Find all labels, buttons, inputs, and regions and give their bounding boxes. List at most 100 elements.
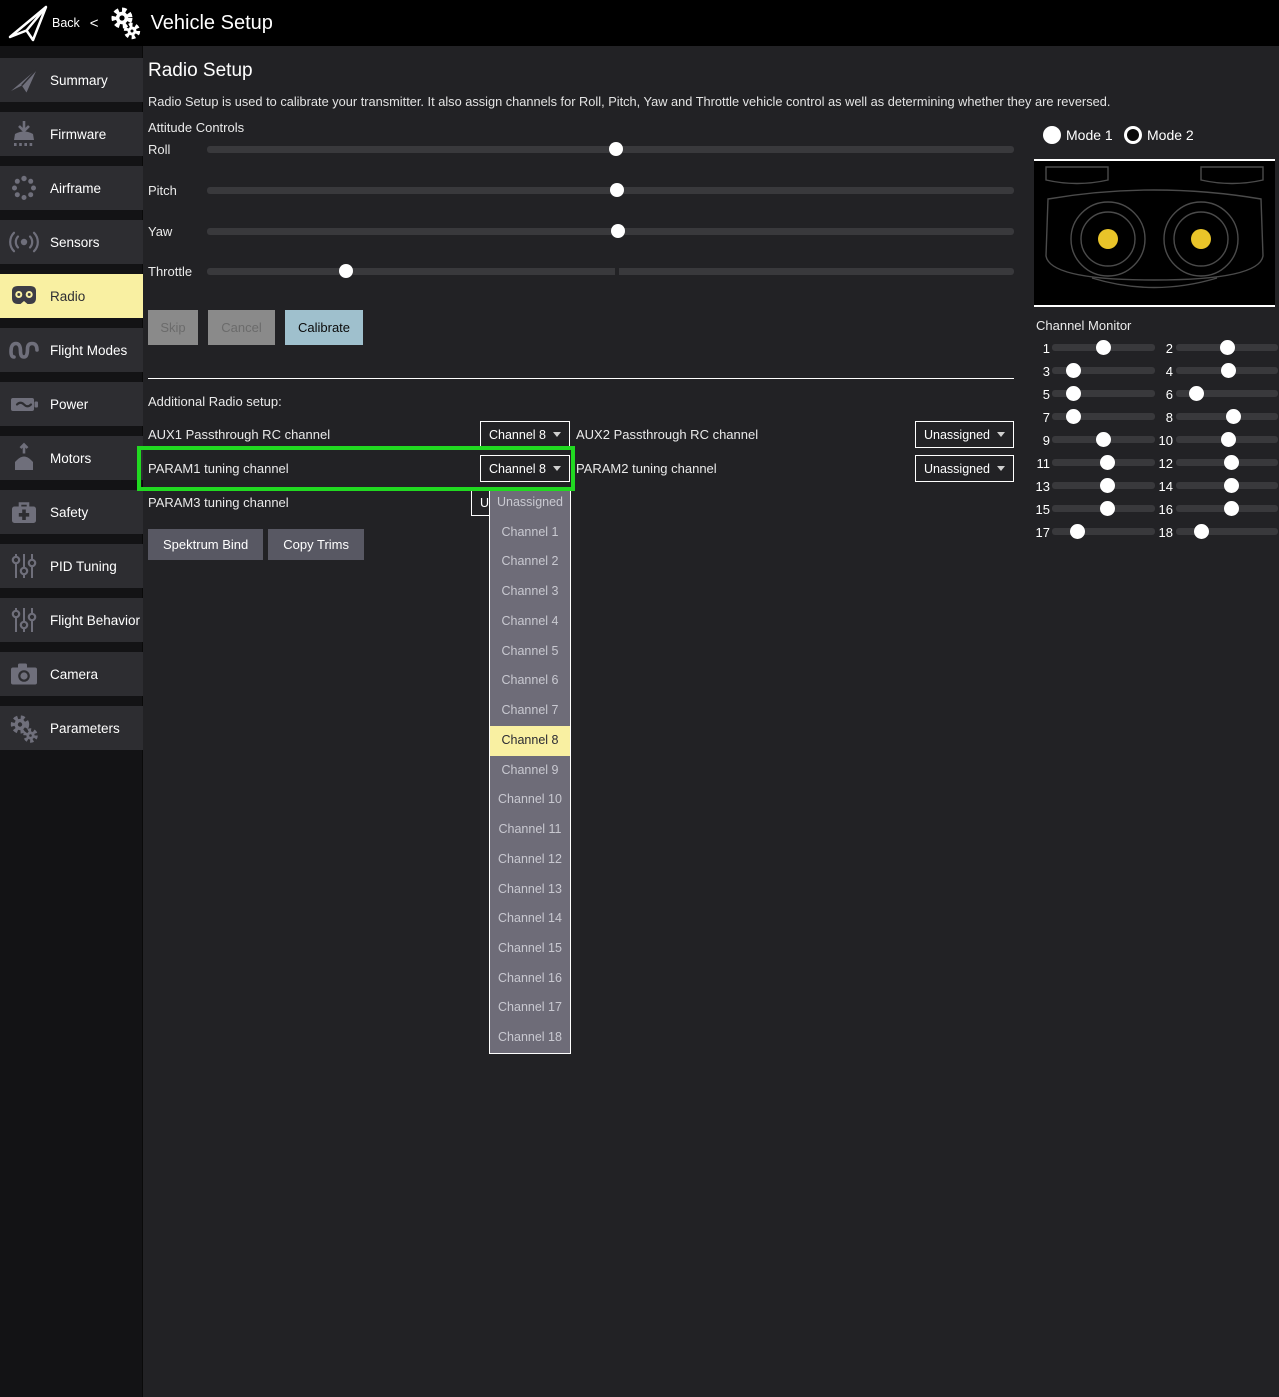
channel-monitor-dot xyxy=(1224,478,1239,493)
sidebar-item-safety[interactable]: Safety xyxy=(0,490,143,534)
mode-radio-mode-2[interactable] xyxy=(1124,126,1142,144)
sidebar-item-label: Flight Modes xyxy=(50,343,127,358)
page-title: Vehicle Setup xyxy=(151,12,273,35)
channel-number: 1 xyxy=(1032,341,1050,356)
channel-monitor-track xyxy=(1052,505,1155,512)
sensors-icon xyxy=(8,226,40,258)
channel-monitor-dot xyxy=(1066,386,1081,401)
dropdown-option-channel-6[interactable]: Channel 6 xyxy=(490,666,570,696)
sidebar-item-label: Power xyxy=(50,397,88,412)
additional-radio-setup-heading: Additional Radio setup: xyxy=(148,394,282,409)
mode-label-mode-2: Mode 2 xyxy=(1147,127,1194,143)
vehicle-setup-window: Back < Vehicle Setup SummaryFirmwareAirf… xyxy=(0,0,1279,1397)
sidebar-item-flight-modes[interactable]: Flight Modes xyxy=(0,328,143,372)
sidebar-item-flight-behavior[interactable]: Flight Behavior xyxy=(0,598,143,642)
channel-monitor-track xyxy=(1052,344,1155,351)
channel-monitor-track xyxy=(1052,390,1155,397)
channel-monitor-dot xyxy=(1100,455,1115,470)
dropdown-param2-tuning-channel[interactable]: Unassigned xyxy=(915,455,1014,482)
sidebar-item-camera[interactable]: Camera xyxy=(0,652,143,696)
channel-monitor-track xyxy=(1176,344,1278,351)
dropdown-option-channel-18[interactable]: Channel 18 xyxy=(490,1023,570,1053)
spektrum-bind-button[interactable]: Spektrum Bind xyxy=(148,529,263,560)
channel-monitor-heading: Channel Monitor xyxy=(1036,318,1131,333)
channel-monitor-dot xyxy=(1194,524,1209,539)
camera-icon xyxy=(8,658,40,690)
channel-number: 2 xyxy=(1155,341,1173,356)
sidebar-item-parameters[interactable]: Parameters xyxy=(0,706,143,750)
sidebar-item-summary[interactable]: Summary xyxy=(0,58,143,102)
tuning-sliders-icon xyxy=(8,550,40,582)
right-stick-dot xyxy=(1191,229,1211,249)
tuning-sliders-icon xyxy=(8,604,40,636)
app-logo-plane-icon[interactable] xyxy=(6,1,50,45)
sidebar-item-radio[interactable]: Radio xyxy=(0,274,143,318)
attitude-slider-roll: Roll xyxy=(148,140,1018,160)
channel-monitor-dot xyxy=(1224,501,1239,516)
dropdown-option-channel-16[interactable]: Channel 16 xyxy=(490,964,570,994)
sidebar-item-sensors[interactable]: Sensors xyxy=(0,220,143,264)
dropdown-option-channel-3[interactable]: Channel 3 xyxy=(490,577,570,607)
dropdown-option-channel-12[interactable]: Channel 12 xyxy=(490,845,570,875)
dropdown-option-channel-1[interactable]: Channel 1 xyxy=(490,518,570,548)
dropdown-aux1-passthrough-rc-channel[interactable]: Channel 8 xyxy=(480,421,570,448)
channel-monitor-dot xyxy=(1066,409,1081,424)
dropdown-option-channel-7[interactable]: Channel 7 xyxy=(490,696,570,726)
channel-monitor-track xyxy=(1052,528,1155,535)
slider-track xyxy=(207,228,1014,235)
radio-icon xyxy=(8,280,40,312)
mode-label-mode-1: Mode 1 xyxy=(1066,127,1113,143)
mode-radio-mode-1[interactable] xyxy=(1043,126,1061,144)
skip-button[interactable]: Skip xyxy=(148,310,198,345)
dropdown-option-channel-2[interactable]: Channel 2 xyxy=(490,547,570,577)
slider-handle xyxy=(610,183,624,197)
attitude-slider-throttle: Throttle xyxy=(148,262,1018,282)
channel-monitor-dot xyxy=(1100,478,1115,493)
dropdown-option-channel-11[interactable]: Channel 11 xyxy=(490,815,570,845)
dropdown-option-channel-17[interactable]: Channel 17 xyxy=(490,993,570,1023)
dropdown-option-channel-8[interactable]: Channel 8 xyxy=(490,726,570,756)
dropdown-option-channel-15[interactable]: Channel 15 xyxy=(490,934,570,964)
copy-trims-button[interactable]: Copy Trims xyxy=(268,529,364,560)
sidebar-item-label: Summary xyxy=(50,73,108,88)
dropdown-option-unassigned[interactable]: Unassigned xyxy=(490,488,570,518)
channel-monitor-track xyxy=(1176,505,1278,512)
dropdown-option-channel-10[interactable]: Channel 10 xyxy=(490,785,570,815)
channel-monitor-dot xyxy=(1224,455,1239,470)
dropdown-option-channel-14[interactable]: Channel 14 xyxy=(490,904,570,934)
power-icon xyxy=(8,388,40,420)
sidebar-item-airframe[interactable]: Airframe xyxy=(0,166,143,210)
dropdown-option-channel-4[interactable]: Channel 4 xyxy=(490,607,570,637)
channel-monitor-dot xyxy=(1220,340,1235,355)
safety-icon xyxy=(8,496,40,528)
dropdown-param1-tuning-channel[interactable]: Channel 8 xyxy=(480,455,570,482)
sidebar-item-label: Parameters xyxy=(50,721,120,736)
dropdown-option-channel-13[interactable]: Channel 13 xyxy=(490,875,570,905)
assignment-label-aux2-passthrough-rc-channel: AUX2 Passthrough RC channel xyxy=(576,427,758,442)
cancel-button[interactable]: Cancel xyxy=(208,310,275,345)
left-stick-dot xyxy=(1098,229,1118,249)
dropdown-aux2-passthrough-rc-channel[interactable]: Unassigned xyxy=(915,421,1014,448)
sidebar-item-firmware[interactable]: Firmware xyxy=(0,112,143,156)
setup-sidebar: Summary Firmware Airframe Sensors Radio Fligh… xyxy=(0,46,143,1397)
back-button[interactable]: Back xyxy=(52,16,80,30)
dropdown-option-channel-9[interactable]: Channel 9 xyxy=(490,756,570,786)
channel-monitor-track xyxy=(1176,459,1278,466)
channel-number: 12 xyxy=(1155,456,1173,471)
sidebar-item-label: Camera xyxy=(50,667,98,682)
sidebar-item-label: Flight Behavior xyxy=(50,613,140,628)
sidebar-item-power[interactable]: Power xyxy=(0,382,143,426)
sidebar-item-motors[interactable]: Motors xyxy=(0,436,143,480)
slider-track xyxy=(207,146,1014,153)
sidebar-item-pid-tuning[interactable]: PID Tuning xyxy=(0,544,143,588)
chevron-down-icon xyxy=(553,432,561,437)
dropdown-option-channel-5[interactable]: Channel 5 xyxy=(490,637,570,667)
calibrate-button[interactable]: Calibrate xyxy=(285,310,363,345)
chevron-down-icon xyxy=(553,466,561,471)
transmitter-sticks-graphic xyxy=(1034,159,1275,307)
channel-number: 11 xyxy=(1032,456,1050,471)
slider-handle xyxy=(611,224,625,238)
slider-track-seam xyxy=(615,268,619,275)
channel-number: 6 xyxy=(1155,387,1173,402)
slider-label: Pitch xyxy=(148,183,177,198)
